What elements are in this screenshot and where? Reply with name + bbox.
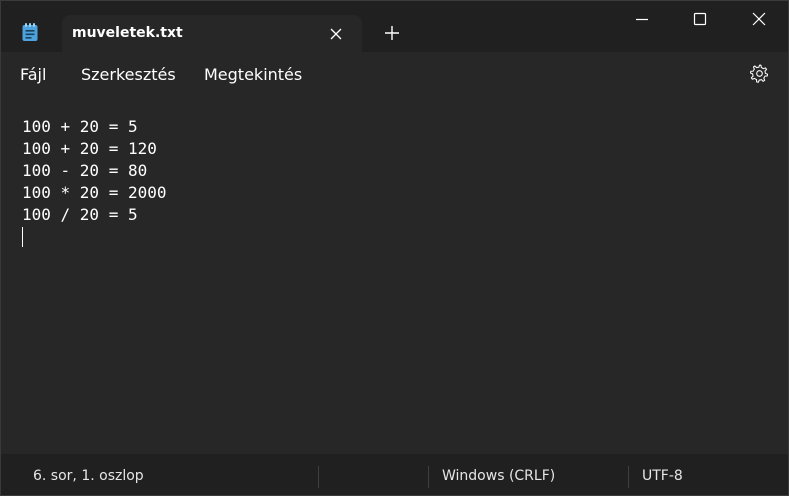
minimize-icon[interactable] xyxy=(632,9,652,29)
menu-file[interactable]: Fájl xyxy=(20,65,46,84)
close-icon[interactable] xyxy=(749,9,769,29)
text-editor[interactable]: 100 + 20 = 5 100 + 20 = 120 100 - 20 = 8… xyxy=(1,96,788,454)
tab-muveletek[interactable]: muveletek.txt xyxy=(62,15,362,53)
text-caret xyxy=(22,227,23,247)
tab-title: muveletek.txt xyxy=(72,25,183,41)
gear-icon[interactable] xyxy=(749,63,770,84)
notepad-icon xyxy=(22,23,38,41)
close-icon[interactable] xyxy=(326,24,346,44)
status-bar: 6. sor, 1. oszlop Windows (CRLF) UTF-8 xyxy=(1,454,788,495)
text-line: 100 * 20 = 2000 xyxy=(22,183,167,202)
status-divider xyxy=(628,466,629,488)
text-line: 100 / 20 = 5 xyxy=(22,205,138,224)
plus-icon[interactable] xyxy=(382,23,402,43)
text-line: 100 + 20 = 5 xyxy=(22,117,138,136)
empty-line xyxy=(22,227,788,249)
maximize-icon[interactable] xyxy=(690,9,710,29)
menu-edit[interactable]: Szerkesztés xyxy=(81,65,176,84)
menu-view[interactable]: Megtekintés xyxy=(204,65,302,84)
text-line: 100 - 20 = 80 xyxy=(22,161,148,180)
status-divider xyxy=(428,466,429,488)
menu-bar: Fájl Szerkesztés Megtekintés xyxy=(1,52,788,96)
line-ending[interactable]: Windows (CRLF) xyxy=(442,468,555,484)
notepad-window: muveletek.txt Fájl Szerkesztés Megtekint… xyxy=(0,0,789,496)
cursor-position: 6. sor, 1. oszlop xyxy=(33,468,144,484)
status-divider xyxy=(318,466,319,488)
title-bar: muveletek.txt xyxy=(1,1,788,53)
encoding[interactable]: UTF-8 xyxy=(642,468,683,484)
text-line: 100 + 20 = 120 xyxy=(22,139,157,158)
